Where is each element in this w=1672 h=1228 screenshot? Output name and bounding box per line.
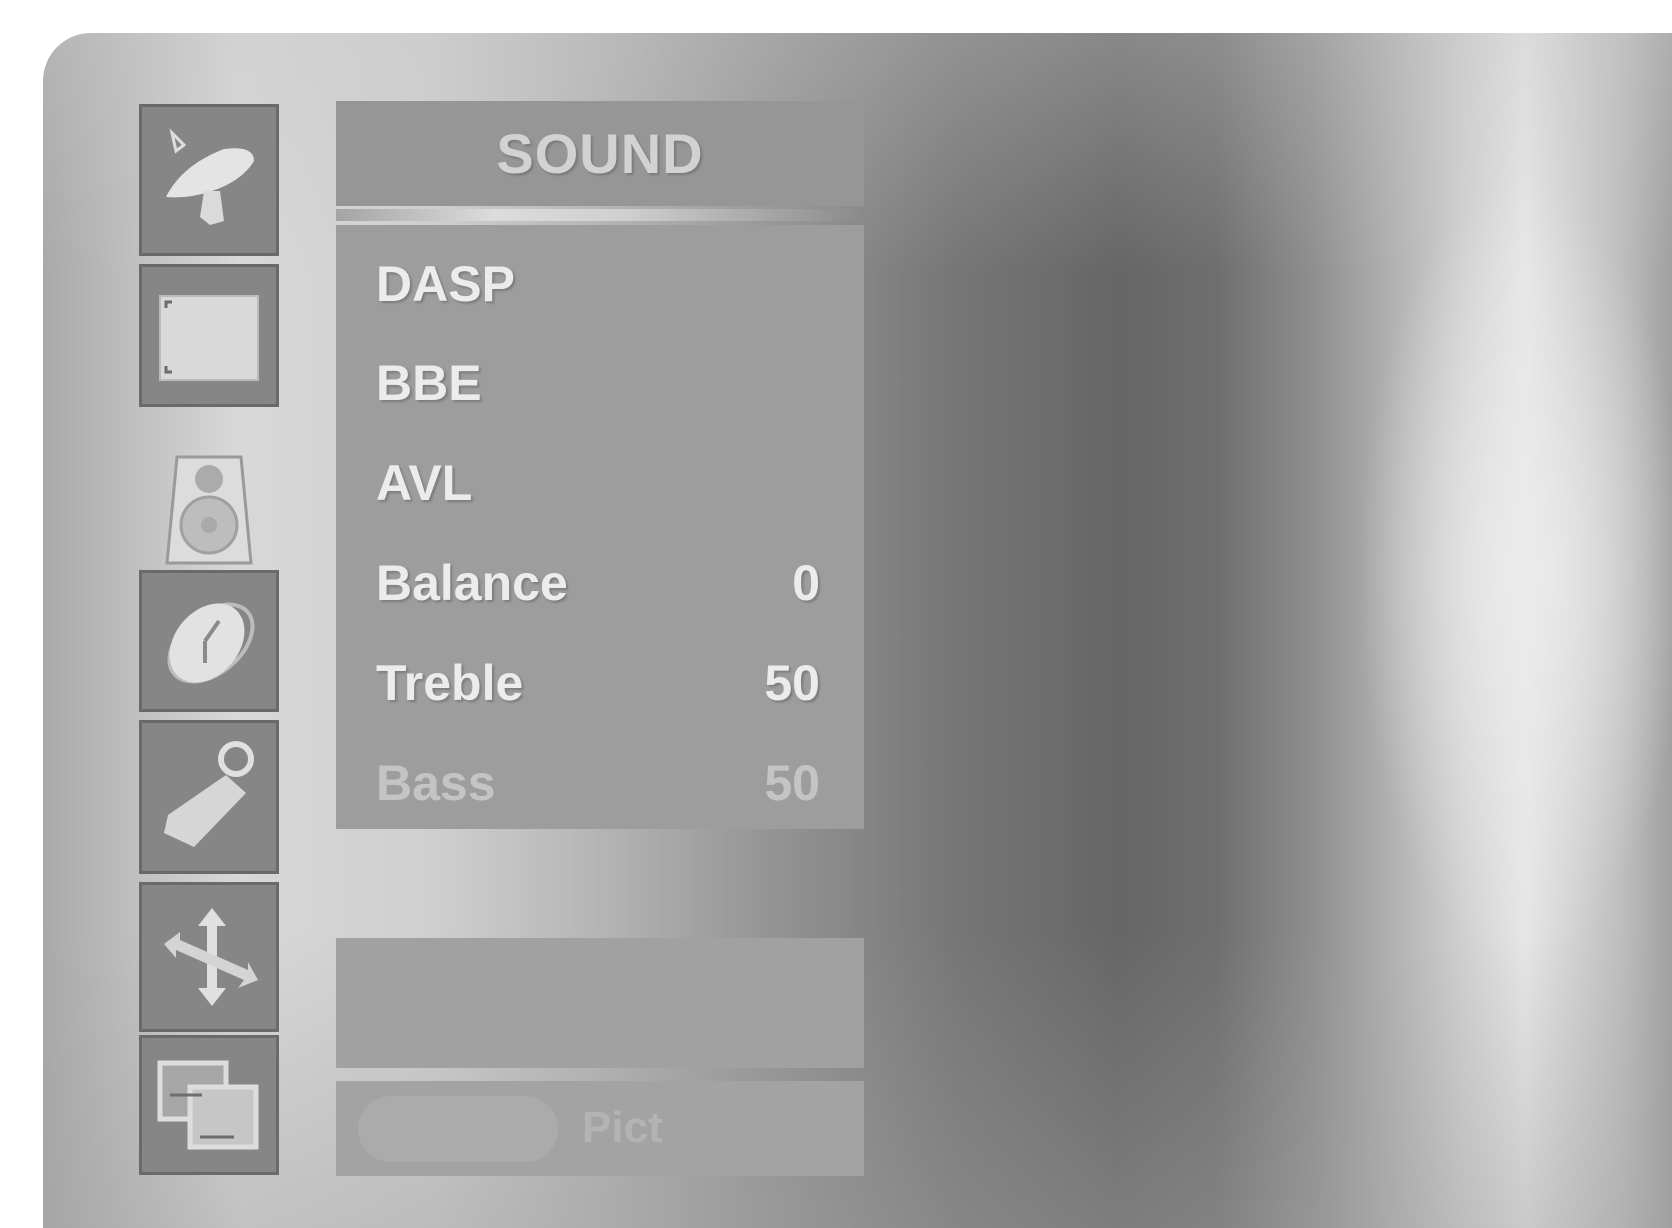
sidebar-item-sound[interactable] [139, 438, 279, 584]
menu-title-bar: SOUND [336, 101, 864, 206]
title-divider [336, 209, 864, 221]
sidebar-item-pip[interactable] [139, 1035, 279, 1175]
footer-label: Pict [582, 1103, 663, 1152]
sidebar-item-screen[interactable] [139, 882, 279, 1032]
sidebar-item-station[interactable] [139, 104, 279, 256]
menu-item-bbe[interactable]: BBE [336, 338, 864, 428]
sidebar-item-picture[interactable] [139, 264, 279, 407]
menu-item-label: DASP [376, 256, 515, 312]
menu-item-balance[interactable]: Balance 0 [336, 538, 864, 628]
menu-item-label: AVL [376, 455, 473, 511]
menu-item-dasp[interactable]: DASP [336, 239, 864, 329]
clock-icon [167, 602, 255, 684]
menu-item-avl[interactable]: AVL [336, 438, 864, 528]
picture-screen-icon [159, 294, 259, 381]
menu-item-treble[interactable]: Treble 50 [336, 638, 864, 728]
menu-title: SOUND [496, 122, 704, 185]
menu-item-bass[interactable]: Bass 50 [336, 738, 864, 828]
info-box [336, 938, 864, 1068]
pip-windows-icon [157, 1060, 259, 1150]
footer-button[interactable] [358, 1096, 558, 1162]
menu-item-value: 0 [792, 555, 820, 611]
move-arrows-icon [164, 908, 258, 1006]
menu-item-value: 50 [764, 655, 820, 711]
menu-item-label: Balance [376, 555, 568, 611]
tv-screen: SOUND DASP BBE AVL Balance 0 Treble 50 B… [43, 33, 1672, 1228]
menu-list: DASP BBE AVL Balance 0 Treble 50 Bass 50 [336, 225, 864, 829]
speaker-icon [165, 455, 253, 565]
satellite-dish-icon [166, 128, 254, 225]
sidebar-item-time[interactable] [139, 570, 279, 712]
footer-bar: Pict [336, 1081, 864, 1176]
menu-item-label: BBE [376, 355, 482, 411]
menu-item-label: Bass [376, 755, 496, 811]
menu-item-value: 50 [764, 755, 820, 811]
key-tag-icon [164, 741, 254, 847]
menu-item-label: Treble [376, 655, 524, 711]
sidebar-item-special[interactable] [139, 720, 279, 874]
